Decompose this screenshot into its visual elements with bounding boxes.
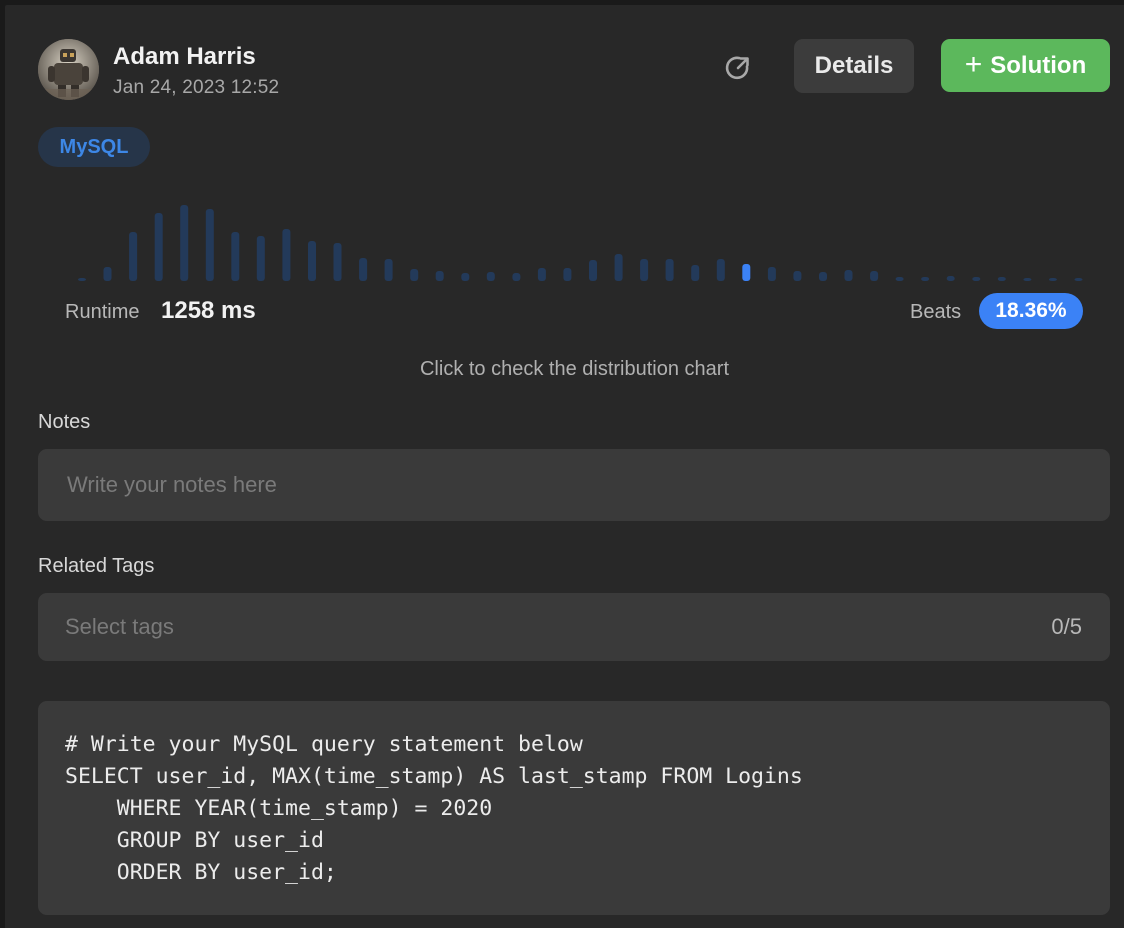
distribution-bar[interactable] (410, 269, 419, 281)
distribution-bar[interactable] (1074, 278, 1083, 281)
notes-label: Notes (38, 411, 91, 433)
avatar-image (38, 39, 99, 100)
distribution-bar[interactable] (384, 259, 393, 281)
distribution-bar[interactable] (997, 277, 1006, 281)
tags-select[interactable]: Select tags 0/5 (38, 593, 1110, 661)
runtime-distribution-chart[interactable] (65, 195, 1085, 281)
distribution-bar[interactable] (1023, 278, 1032, 281)
runtime-value: 1258 ms (161, 297, 256, 324)
distribution-bar[interactable] (895, 277, 904, 281)
beats-label: Beats (910, 301, 962, 323)
code-line: SELECT user_id, MAX(time_stamp) AS last_… (65, 764, 803, 789)
submission-panel: Adam Harris Jan 24, 2023 12:52 Details +… (5, 5, 1124, 928)
distribution-bar[interactable] (461, 273, 470, 281)
beats-percentage-badge: 18.36% (979, 293, 1083, 329)
distribution-bar[interactable] (793, 271, 802, 281)
distribution-bar[interactable] (563, 268, 572, 281)
distribution-bar[interactable] (154, 213, 163, 281)
distribution-bar[interactable] (870, 271, 879, 281)
distribution-bar-current[interactable] (742, 264, 751, 281)
distribution-bar[interactable] (1048, 278, 1057, 281)
distribution-bar[interactable] (767, 267, 776, 281)
user-avatar[interactable] (38, 39, 99, 100)
tags-placeholder: Select tags (65, 614, 174, 639)
notes-input[interactable] (38, 449, 1110, 521)
distribution-bar[interactable] (512, 273, 521, 281)
code-line: GROUP BY user_id (65, 828, 324, 853)
distribution-bar[interactable] (665, 259, 674, 281)
distribution-bar[interactable] (103, 267, 112, 281)
distribution-chart-link[interactable]: Click to check the distribution chart (5, 358, 1124, 381)
distribution-bar[interactable] (921, 277, 930, 281)
share-button[interactable] (721, 51, 755, 85)
distribution-bar[interactable] (691, 265, 700, 281)
distribution-bar[interactable] (282, 229, 291, 281)
distribution-bar[interactable] (972, 277, 981, 281)
distribution-bar[interactable] (640, 259, 649, 281)
related-tags-label: Related Tags (38, 555, 155, 577)
language-tag: MySQL (38, 127, 150, 167)
distribution-bar[interactable] (537, 268, 546, 281)
distribution-bar[interactable] (435, 271, 444, 281)
distribution-bar[interactable] (308, 241, 316, 281)
details-button[interactable]: Details (794, 39, 914, 93)
solution-button-label: Solution (990, 51, 1087, 79)
code-line: WHERE YEAR(time_stamp) = 2020 (65, 796, 493, 821)
distribution-bar[interactable] (129, 232, 138, 281)
distribution-bar[interactable] (231, 232, 240, 281)
share-icon (725, 56, 749, 80)
tags-count: 0/5 (1051, 614, 1082, 639)
submission-date: Jan 24, 2023 12:52 (113, 77, 280, 98)
distribution-bar[interactable] (205, 209, 214, 281)
distribution-bars (78, 205, 1083, 281)
distribution-bar[interactable] (180, 205, 189, 281)
author-name[interactable]: Adam Harris (113, 43, 256, 71)
code-line: ORDER BY user_id; (65, 860, 337, 885)
distribution-bar[interactable] (946, 276, 955, 281)
distribution-bar[interactable] (819, 272, 827, 281)
distribution-bar[interactable] (614, 254, 623, 281)
distribution-bar[interactable] (486, 272, 495, 281)
distribution-bar[interactable] (256, 236, 265, 281)
add-solution-button[interactable]: + Solution (941, 39, 1110, 92)
runtime-label: Runtime (65, 301, 140, 323)
code-block[interactable]: # Write your MySQL query statement below… (38, 701, 1110, 915)
code-line: # Write your MySQL query statement below (65, 732, 583, 757)
distribution-bar[interactable] (844, 270, 853, 281)
distribution-bar[interactable] (78, 278, 86, 281)
distribution-bar[interactable] (716, 259, 725, 281)
distribution-bar[interactable] (333, 243, 342, 281)
distribution-bar[interactable] (589, 260, 597, 281)
distribution-bar[interactable] (359, 258, 368, 281)
plus-icon: + (964, 47, 983, 81)
